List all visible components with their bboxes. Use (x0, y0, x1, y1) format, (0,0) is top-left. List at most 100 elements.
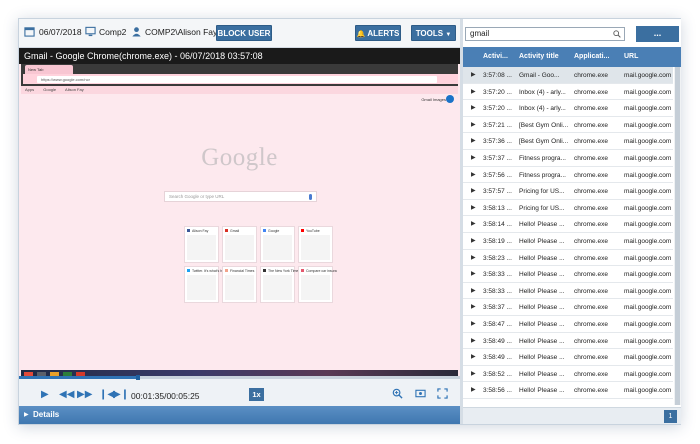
table-row[interactable]: ▶ 3:57:20 ... Inbox (4) - arly... chrome.ex… (463, 84, 673, 101)
row-expand-icon[interactable]: ▶ (471, 71, 476, 78)
browser-address-bar: https://www.google.com/ncr (23, 74, 458, 84)
cell-url: mail.google.com (624, 221, 672, 229)
row-expand-icon[interactable]: ▶ (471, 204, 476, 211)
cell-activity-title: Gmail - Goo... (519, 72, 560, 79)
table-row[interactable]: ▶ 3:57:56 ... Fitness progra... chrome.exe m… (463, 167, 673, 184)
column-header-url[interactable]: URL (624, 53, 638, 60)
cell-url: mail.google.com (624, 155, 672, 162)
most-visited-tile: Google (260, 226, 295, 263)
cell-url: mail.google.com (624, 321, 672, 328)
details-expander[interactable]: ▶ Details (19, 406, 460, 424)
screenshot-icon[interactable] (415, 388, 426, 399)
fast-forward-icon[interactable]: ▶▶ (77, 390, 92, 400)
table-row[interactable]: ▶ 3:58:33 ... Hello! Please ... chrome.exe m… (463, 266, 673, 283)
cell-activity-time: 3:57:08 ... (483, 72, 512, 79)
fullscreen-icon[interactable] (437, 388, 448, 399)
row-expand-icon[interactable]: ▶ (471, 337, 476, 344)
row-expand-icon[interactable]: ▶ (471, 88, 476, 95)
most-visited-tile: Compare car insura (298, 266, 337, 303)
cell-url: mail.google.com (624, 271, 672, 279)
rewind-icon[interactable]: ◀◀ (59, 390, 74, 400)
cell-activity-time: 3:58:56 ... (483, 387, 512, 395)
cell-activity-title: Fitness progra... (519, 155, 566, 162)
tile-thumbnail (301, 275, 330, 300)
cell-activity-time: 3:57:57 ... (483, 188, 512, 196)
row-expand-icon[interactable]: ▶ (471, 370, 476, 377)
playback-progress[interactable] (19, 375, 460, 380)
column-header-activity-time[interactable]: Activi... (483, 53, 508, 60)
cell-url: mail.google.com (624, 138, 672, 146)
site-favicon-icon (263, 229, 266, 232)
table-row[interactable]: ▶ 3:57:08 ... Gmail - Goo... chrome.exe mail… (463, 67, 673, 84)
row-expand-icon[interactable]: ▶ (471, 187, 476, 194)
table-row[interactable]: ▶ 3:57:57 ... Pricing for US... chrome.exe m… (463, 183, 673, 200)
table-row[interactable]: ▶ 3:58:33 ... Hello! Please ... chrome.exe m… (463, 283, 673, 300)
cell-url: mail.google.com (624, 204, 672, 212)
more-options-button[interactable]: ... (636, 26, 679, 42)
tile-label: Gmail (230, 229, 240, 233)
scrollbar-thumb[interactable] (675, 67, 680, 405)
table-row[interactable]: ▶ 3:58:19 ... Hello! Please ... chrome.exe m… (463, 233, 673, 250)
table-row[interactable]: ▶ 3:57:37 ... Fitness progra... chrome.exe m… (463, 150, 673, 167)
table-row[interactable]: ▶ 3:58:13 ... Pricing for US... chrome.exe m… (463, 200, 673, 217)
row-expand-icon[interactable]: ▶ (471, 254, 476, 261)
cell-application: chrome.exe (574, 221, 608, 229)
progress-knob[interactable] (136, 375, 141, 380)
cell-activity-title: Pricing for US... (519, 188, 565, 196)
row-expand-icon[interactable]: ▶ (471, 121, 476, 128)
cell-application: chrome.exe (574, 121, 608, 129)
skip-forward-icon[interactable]: ▶❙ (113, 390, 129, 400)
cell-activity-title: Hello! Please ... (519, 370, 565, 378)
search-icon[interactable] (613, 30, 621, 38)
table-row[interactable]: ▶ 3:57:36 ... [Best Gym Onli... chrome.exe m… (463, 133, 673, 150)
table-row[interactable]: ▶ 3:58:23 ... Hello! Please ... chrome.exe m… (463, 250, 673, 267)
row-expand-icon[interactable]: ▶ (471, 287, 476, 294)
row-expand-icon[interactable]: ▶ (471, 303, 476, 310)
zoom-in-icon[interactable] (392, 388, 403, 399)
site-favicon-icon (225, 229, 228, 232)
cell-activity-time: 3:58:23 ... (483, 254, 512, 262)
table-row[interactable]: ▶ 3:58:47 ... Hello! Please ... chrome.exe m… (463, 316, 673, 333)
table-row[interactable]: ▶ 3:58:14 ... Hello! Please ... chrome.exe m… (463, 216, 673, 233)
table-row[interactable]: ▶ 3:58:49 ... Hello! Please ... chrome.exe m… (463, 333, 673, 350)
row-expand-icon[interactable]: ▶ (471, 270, 476, 277)
cell-activity-title: Hello! Please ... (519, 304, 565, 312)
row-expand-icon[interactable]: ▶ (471, 320, 476, 327)
row-expand-icon[interactable]: ▶ (471, 220, 476, 227)
tools-button[interactable]: TOOLS ▼ (411, 25, 456, 41)
block-user-button[interactable]: BLOCK USER (216, 25, 272, 41)
cell-activity-title: Hello! Please ... (519, 387, 565, 395)
recorded-screen: New Tab https://www.google.com/ncr Apps … (19, 64, 460, 376)
cell-activity-time: 3:58:49 ... (483, 337, 512, 345)
row-expand-icon[interactable]: ▶ (471, 353, 476, 360)
table-row[interactable]: ▶ 3:58:37 ... Hello! Please ... chrome.exe m… (463, 299, 673, 316)
cell-activity-title: Fitness progra... (519, 171, 566, 179)
table-row[interactable]: ▶ 3:57:20 ... Inbox (4) - arly... chrome.ex… (463, 100, 673, 117)
expand-arrow-icon: ▶ (24, 412, 29, 418)
speed-button[interactable]: 1x (249, 388, 264, 401)
column-header-application[interactable]: Applicati... (574, 53, 609, 60)
play-icon[interactable]: ▶ (41, 390, 49, 400)
page-number-button[interactable]: 1 (664, 410, 677, 423)
column-header-activity-title[interactable]: Activity title (519, 53, 559, 60)
cell-activity-title: Hello! Please ... (519, 254, 565, 262)
row-expand-icon[interactable]: ▶ (471, 171, 476, 178)
cell-application: chrome.exe (574, 105, 608, 113)
table-row[interactable]: ▶ 3:57:21 ... [Best Gym Onli... chrome.exe m… (463, 117, 673, 134)
row-expand-icon[interactable]: ▶ (471, 137, 476, 144)
row-expand-icon[interactable]: ▶ (471, 154, 476, 161)
most-visited-tile: YouTube (298, 226, 333, 263)
row-expand-icon[interactable]: ▶ (471, 237, 476, 244)
player-pane: 06/07/2018 Comp2 COMP2\Alison Fay BLOCK … (19, 19, 460, 424)
cell-activity-time: 3:58:14 ... (483, 221, 512, 229)
activity-pane: gmail ... Activi... Activity title Appli… (463, 19, 681, 424)
row-expand-icon[interactable]: ▶ (471, 386, 476, 393)
table-row[interactable]: ▶ 3:58:52 ... Hello! Please ... chrome.exe m… (463, 366, 673, 383)
table-row[interactable]: ▶ 3:58:49 ... Hello! Please ... chrome.exe m… (463, 349, 673, 366)
table-scrollbar[interactable] (674, 67, 681, 405)
table-row[interactable]: ▶ 3:58:56 ... Hello! Please ... chrome.exe m… (463, 382, 673, 399)
activity-search-input[interactable]: gmail (465, 27, 625, 41)
alerts-button[interactable]: 🔔 ALERTS (355, 25, 401, 41)
row-expand-icon[interactable]: ▶ (471, 104, 476, 111)
tile-label: The New York Times (268, 269, 301, 273)
